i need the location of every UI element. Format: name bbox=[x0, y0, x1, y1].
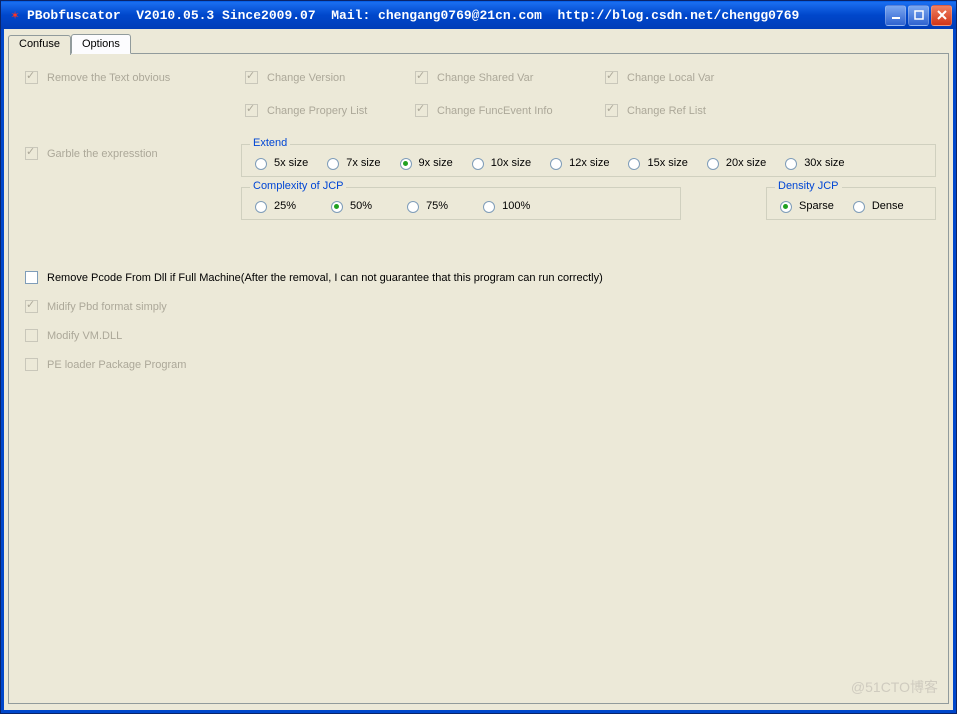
label: Midify Pbd format simply bbox=[47, 301, 167, 313]
group-extend: Extend 5x size7x size9x size10x size12x … bbox=[241, 144, 936, 177]
radio-label: 25% bbox=[274, 200, 296, 212]
radio-label: 12x size bbox=[569, 157, 609, 169]
radio-icon[interactable] bbox=[327, 158, 339, 170]
radio-extend-20x-size[interactable]: 20x size bbox=[702, 155, 766, 170]
check-garble-expression: Garble the expresstion bbox=[21, 144, 241, 163]
checkbox-icon bbox=[605, 104, 618, 117]
radio-extend-30x-size[interactable]: 30x size bbox=[780, 155, 844, 170]
radio-label: 75% bbox=[426, 200, 448, 212]
radio-icon[interactable] bbox=[780, 201, 792, 213]
radio-label: 20x size bbox=[726, 157, 766, 169]
label: Change Propery List bbox=[267, 105, 367, 117]
label: Change Ref List bbox=[627, 105, 706, 117]
label: Modify VM.DLL bbox=[47, 330, 122, 342]
radio-icon[interactable] bbox=[407, 201, 419, 213]
checkbox-icon bbox=[25, 358, 38, 371]
check-change-shared-var: Change Shared Var bbox=[411, 68, 601, 87]
radio-extend-15x-size[interactable]: 15x size bbox=[623, 155, 687, 170]
radio-extend-5x-size[interactable]: 5x size bbox=[250, 155, 308, 170]
options-panel: Remove the Text obvious Change Version C… bbox=[8, 53, 949, 704]
label: Remove the Text obvious bbox=[47, 72, 170, 84]
radio-icon[interactable] bbox=[331, 201, 343, 213]
checkbox-icon bbox=[415, 71, 428, 84]
label: Remove Pcode From Dll if Full Machine(Af… bbox=[47, 272, 603, 284]
group-density: Density JCP SparseDense bbox=[766, 187, 936, 220]
check-midify-pbd: Midify Pbd format simply bbox=[21, 297, 936, 316]
label: PE loader Package Program bbox=[47, 359, 186, 371]
radio-extend-10x-size[interactable]: 10x size bbox=[467, 155, 531, 170]
label: Change FuncEvent Info bbox=[437, 105, 553, 117]
tab-strip: Confuse Options bbox=[4, 29, 953, 53]
watermark: @51CTO博客 bbox=[851, 677, 938, 697]
radio-label: 7x size bbox=[346, 157, 380, 169]
tab-options[interactable]: Options bbox=[71, 34, 131, 54]
label: Garble the expresstion bbox=[47, 148, 158, 160]
checkbox-icon bbox=[415, 104, 428, 117]
radio-icon[interactable] bbox=[255, 201, 267, 213]
check-change-funcevent: Change FuncEvent Info bbox=[411, 101, 601, 120]
radio-icon[interactable] bbox=[628, 158, 640, 170]
radio-icon[interactable] bbox=[853, 201, 865, 213]
title-bar: ✶ PBobfuscator V2010.05.3 Since2009.07 M… bbox=[1, 1, 956, 29]
radio-icon[interactable] bbox=[483, 201, 495, 213]
radio-icon[interactable] bbox=[472, 158, 484, 170]
check-change-propery-list: Change Propery List bbox=[241, 101, 411, 120]
group-title: Extend bbox=[250, 137, 290, 149]
group-complexity: Complexity of JCP 25%50%75%100% bbox=[241, 187, 681, 220]
radio-label: 50% bbox=[350, 200, 372, 212]
check-remove-text: Remove the Text obvious bbox=[21, 68, 241, 87]
radio-density-Sparse[interactable]: Sparse bbox=[775, 198, 834, 213]
label: Change Local Var bbox=[627, 72, 714, 84]
check-modify-vmdll: Modify VM.DLL bbox=[21, 326, 936, 345]
maximize-button[interactable] bbox=[908, 5, 929, 26]
radio-complexity-75%[interactable]: 75% bbox=[402, 198, 448, 213]
checkbox-icon bbox=[605, 71, 618, 84]
radio-extend-12x-size[interactable]: 12x size bbox=[545, 155, 609, 170]
radio-label: Sparse bbox=[799, 200, 834, 212]
radio-label: 10x size bbox=[491, 157, 531, 169]
check-pe-loader: PE loader Package Program bbox=[21, 355, 936, 374]
check-change-ref-list: Change Ref List bbox=[601, 101, 781, 120]
radio-icon[interactable] bbox=[707, 158, 719, 170]
group-title: Density JCP bbox=[775, 180, 842, 192]
label: Change Shared Var bbox=[437, 72, 533, 84]
radio-extend-7x-size[interactable]: 7x size bbox=[322, 155, 380, 170]
radio-complexity-100%[interactable]: 100% bbox=[478, 198, 530, 213]
radio-label: Dense bbox=[872, 200, 904, 212]
minimize-button[interactable] bbox=[885, 5, 906, 26]
label: Change Version bbox=[267, 72, 345, 84]
check-remove-pcode[interactable]: Remove Pcode From Dll if Full Machine(Af… bbox=[21, 268, 936, 287]
radio-complexity-25%[interactable]: 25% bbox=[250, 198, 296, 213]
radio-complexity-50%[interactable]: 50% bbox=[326, 198, 372, 213]
radio-icon[interactable] bbox=[550, 158, 562, 170]
close-button[interactable] bbox=[931, 5, 952, 26]
checkbox-icon bbox=[245, 104, 258, 117]
radio-label: 5x size bbox=[274, 157, 308, 169]
radio-density-Dense[interactable]: Dense bbox=[848, 198, 904, 213]
checkbox-icon bbox=[25, 329, 38, 342]
radio-label: 9x size bbox=[419, 157, 453, 169]
checkbox-icon bbox=[25, 300, 38, 313]
checkbox-icon bbox=[25, 147, 38, 160]
radio-label: 15x size bbox=[647, 157, 687, 169]
checkbox-icon bbox=[245, 71, 258, 84]
radio-label: 100% bbox=[502, 200, 530, 212]
check-change-local-var: Change Local Var bbox=[601, 68, 781, 87]
radio-label: 30x size bbox=[804, 157, 844, 169]
radio-extend-9x-size[interactable]: 9x size bbox=[395, 155, 453, 170]
check-change-version: Change Version bbox=[241, 68, 411, 87]
checkbox-icon[interactable] bbox=[25, 271, 38, 284]
radio-icon[interactable] bbox=[255, 158, 267, 170]
checkbox-icon bbox=[25, 71, 38, 84]
radio-icon[interactable] bbox=[400, 158, 412, 170]
app-icon: ✶ bbox=[7, 7, 23, 23]
radio-icon[interactable] bbox=[785, 158, 797, 170]
window-title: PBobfuscator V2010.05.3 Since2009.07 Mai… bbox=[27, 8, 885, 23]
group-title: Complexity of JCP bbox=[250, 180, 346, 192]
tab-confuse[interactable]: Confuse bbox=[8, 35, 71, 55]
